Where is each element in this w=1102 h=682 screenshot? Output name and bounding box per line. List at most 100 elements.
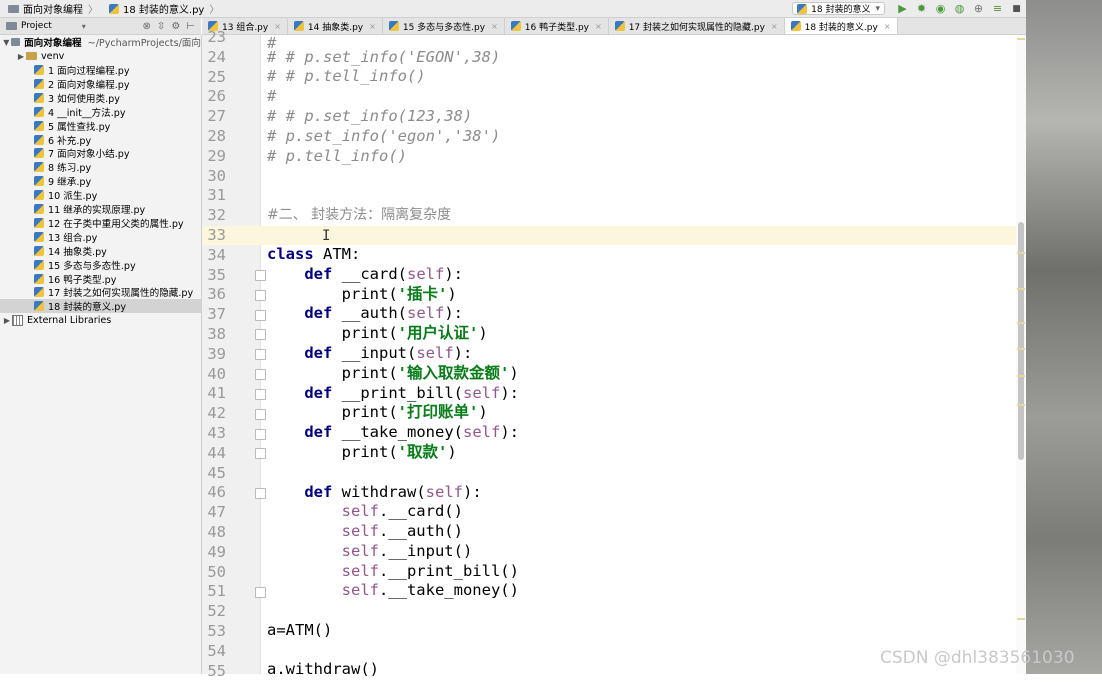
code-line-34: class ATM: — [267, 245, 360, 265]
fold-marker-icon[interactable] — [255, 409, 266, 420]
tree-item-file[interactable]: 13 组合.py — [0, 230, 201, 244]
warning-marker[interactable] — [1017, 375, 1025, 377]
close-icon[interactable]: × — [369, 22, 376, 31]
tree-item-file[interactable]: 15 多态与多态性.py — [0, 258, 201, 272]
tree-item-label: 13 组合.py — [48, 232, 98, 244]
breadcrumb-file[interactable]: 18 封装的意义.py 〉 — [101, 1, 222, 16]
fold-marker-icon[interactable] — [255, 290, 266, 301]
python-file-icon — [34, 162, 44, 173]
collapse-arrow-icon[interactable]: ▶ — [2, 316, 12, 325]
tree-item-file[interactable]: 6 补充.py — [0, 133, 201, 147]
fold-marker-icon[interactable] — [255, 389, 266, 400]
tree-item-file[interactable]: 10 派生.py — [0, 188, 201, 202]
close-icon[interactable]: × — [595, 22, 602, 31]
breadcrumb-file-label: 18 封装的意义.py — [123, 5, 205, 16]
tree-item-file[interactable]: 7 面向对象小结.py — [0, 146, 201, 160]
expand-arrow-icon[interactable]: ▼ — [2, 38, 11, 47]
warning-marker[interactable] — [1017, 252, 1025, 254]
method-call: .__take_money() — [378, 581, 519, 599]
tree-item-file[interactable]: 8 练习.py — [0, 160, 201, 174]
editor-tab[interactable]: 17 封装之如何实现属性的隐藏.py × — [609, 18, 785, 34]
fold-marker-icon[interactable] — [255, 329, 266, 340]
tree-item-file[interactable]: 1 面向过程编程.py — [0, 63, 201, 77]
tree-item-file[interactable]: 16 鸭子类型.py — [0, 272, 201, 286]
build-icon[interactable]: ≡ — [991, 2, 1004, 15]
editor-tab[interactable]: 14 抽象类.py × — [288, 18, 383, 34]
tree-item-label: 2 面向对象编程.py — [48, 79, 130, 91]
tree-item-file[interactable]: 3 如何使用类.py — [0, 91, 201, 105]
tree-item-file[interactable]: 17 封装之如何实现属性的隐藏.py — [0, 285, 201, 299]
close-paren: ): — [453, 344, 473, 362]
close-paren: ) — [478, 403, 488, 421]
locate-icon[interactable]: ⊗ — [143, 21, 151, 32]
close-icon[interactable]: × — [491, 22, 498, 31]
warning-marker[interactable] — [1017, 322, 1025, 324]
code-line-28: # p.set_info('egon','38') — [267, 127, 501, 145]
python-file-icon — [510, 21, 521, 31]
fold-marker-icon[interactable] — [255, 448, 266, 459]
code-line-27: # # p.set_info(123,38) — [267, 107, 473, 125]
tree-item-file[interactable]: 12 在子类中重用父类的属性.py — [0, 216, 201, 230]
warning-marker[interactable] — [1017, 404, 1025, 406]
self-ref: self — [341, 502, 379, 520]
tree-item-file[interactable]: 9 继承.py — [0, 174, 201, 188]
tree-item-file[interactable]: 18 封装的意义.py — [0, 299, 201, 314]
tree-item-external-libraries[interactable]: ▶ External Libraries — [0, 313, 201, 327]
tree-item-file[interactable]: 2 面向对象编程.py — [0, 77, 201, 91]
breadcrumb-project[interactable]: 面向对象编程 〉 — [0, 1, 101, 16]
editor-tabs: 13 组合.py × 14 抽象类.py × 15 多态与多态性.py × 16 鸭子类型.… — [202, 18, 1026, 35]
fold-marker-icon[interactable] — [255, 310, 266, 321]
tree-item-label: 18 封装的意义.py — [48, 302, 127, 314]
warning-marker[interactable] — [1017, 348, 1025, 350]
project-tree: ▼ 面向对象编程 ~/PycharmProjects/面向 ▶ venv 1 面… — [0, 35, 202, 674]
debug-icon[interactable]: ✹ — [915, 2, 928, 15]
chevron-down-icon[interactable]: ▾ — [82, 22, 86, 31]
python-file-icon — [34, 65, 44, 75]
tree-item-file[interactable]: 4 __init__方法.py — [0, 105, 201, 119]
editor-tab[interactable]: 15 多态与多态性.py × — [383, 18, 505, 34]
run-configuration-select[interactable]: 18 封装的意义 ▾ — [792, 2, 885, 15]
tree-item-file[interactable]: 11 继承的实现原理.py — [0, 202, 201, 216]
close-icon[interactable]: × — [274, 22, 281, 31]
collapse-arrow-icon[interactable]: ▶ — [16, 52, 26, 61]
tree-item-file[interactable]: 14 抽象类.py — [0, 244, 201, 258]
line-number: 51 — [207, 582, 226, 601]
warning-marker[interactable] — [1017, 618, 1025, 620]
coverage-icon[interactable]: ◉ — [934, 2, 947, 15]
tree-root[interactable]: ▼ 面向对象编程 ~/PycharmProjects/面向 — [0, 35, 201, 50]
fold-marker-icon[interactable] — [255, 587, 266, 598]
tree-item-label: 9 继承.py — [48, 177, 92, 189]
close-icon[interactable]: × — [771, 22, 778, 31]
tree-item-label: 1 面向过程编程.py — [48, 66, 130, 77]
method-call: .__print_bill() — [378, 562, 519, 580]
python-file-icon — [34, 78, 44, 89]
tree-item-file[interactable]: 5 属性查找.py — [0, 119, 201, 133]
line-number: 36 — [207, 285, 226, 304]
class-name: ATM: — [313, 245, 361, 263]
concurrency-icon[interactable]: ⊕ — [972, 2, 985, 15]
fold-marker-icon[interactable] — [255, 349, 266, 360]
profile-icon[interactable]: ◍ — [953, 2, 966, 15]
editor-tab[interactable]: 16 鸭子类型.py × — [505, 18, 609, 34]
gear-icon[interactable]: ⚙ — [171, 21, 180, 32]
hide-icon[interactable]: ⊢ — [186, 21, 195, 32]
fold-marker-icon[interactable] — [255, 270, 266, 281]
fold-marker-icon[interactable] — [255, 429, 266, 440]
stop-icon[interactable]: ■ — [1010, 2, 1023, 15]
python-file-icon — [34, 148, 44, 159]
warning-marker[interactable] — [1017, 38, 1025, 40]
tree-item-label: 17 封装之如何实现属性的隐藏.py — [48, 288, 194, 300]
project-pane-title[interactable]: Project — [21, 21, 52, 31]
editor-tab[interactable]: 18 封装的意义.py × — [784, 18, 898, 34]
print-call: print( — [341, 285, 398, 303]
warning-marker[interactable] — [1017, 288, 1025, 290]
run-icon[interactable]: ▶ — [896, 2, 909, 15]
collapse-icon[interactable]: ⇳ — [157, 21, 165, 32]
tree-item-venv[interactable]: ▶ venv — [0, 49, 201, 63]
keyword-def: def — [304, 265, 333, 283]
editor-scrollbar-thumb[interactable] — [1018, 222, 1024, 460]
code-line-32: #二、 封装方法：隔离复杂度 — [267, 207, 452, 223]
close-icon[interactable]: × — [884, 22, 891, 31]
fold-marker-icon[interactable] — [255, 488, 266, 499]
fold-marker-icon[interactable] — [255, 369, 266, 380]
